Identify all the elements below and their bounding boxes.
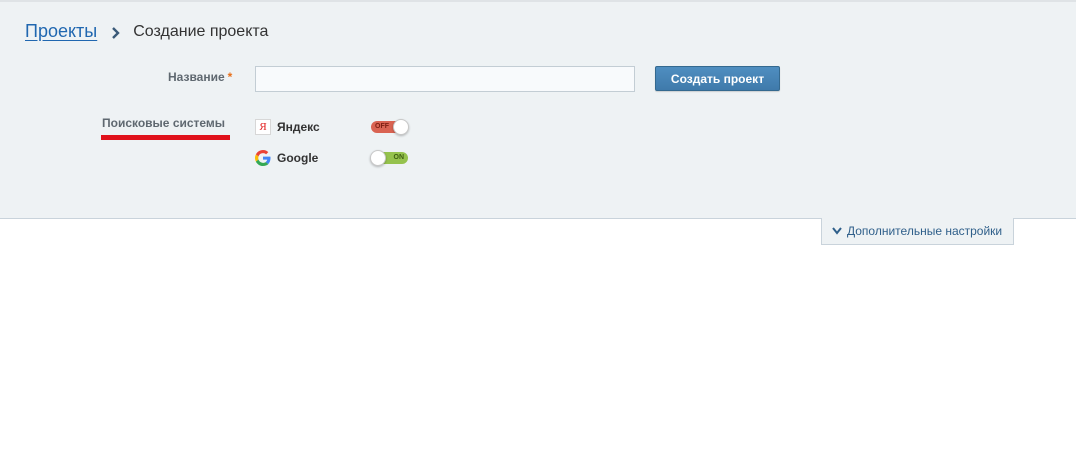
page-title: Создание проекта <box>133 22 269 40</box>
search-engine-name: Яндекс <box>277 120 320 134</box>
search-engines-label: Поисковые системы <box>102 116 226 130</box>
toggle-knob <box>393 119 409 135</box>
highlight-underline <box>101 135 230 140</box>
project-name-input[interactable] <box>255 66 635 92</box>
extra-settings-toggle[interactable]: Дополнительные настройки <box>821 218 1014 245</box>
create-project-button[interactable]: Создать проект <box>655 66 780 91</box>
search-engine-row-google: Google ON <box>255 150 408 166</box>
chevron-down-icon <box>832 222 842 240</box>
yandex-icon: Я <box>255 119 271 135</box>
extra-settings-label: Дополнительные настройки <box>847 224 1003 238</box>
toggle-state-label: OFF <box>375 123 389 130</box>
google-icon <box>255 150 271 166</box>
google-toggle[interactable]: ON <box>370 150 408 166</box>
breadcrumb-projects-link[interactable]: Проекты <box>25 21 97 42</box>
chevron-right-icon <box>105 22 127 42</box>
breadcrumb: Проекты Создание проекта <box>25 21 268 42</box>
yandex-toggle[interactable]: OFF <box>371 119 409 135</box>
required-marker: * <box>227 70 233 84</box>
project-form-panel: Проекты Создание проекта Название * Созда… <box>0 0 1076 219</box>
search-engine-row-yandex: Я Яндекс OFF <box>255 119 409 135</box>
search-engine-name: Google <box>277 151 319 165</box>
name-label: Название * <box>168 70 233 84</box>
toggle-knob <box>370 150 386 166</box>
toggle-state-label: ON <box>393 154 405 161</box>
